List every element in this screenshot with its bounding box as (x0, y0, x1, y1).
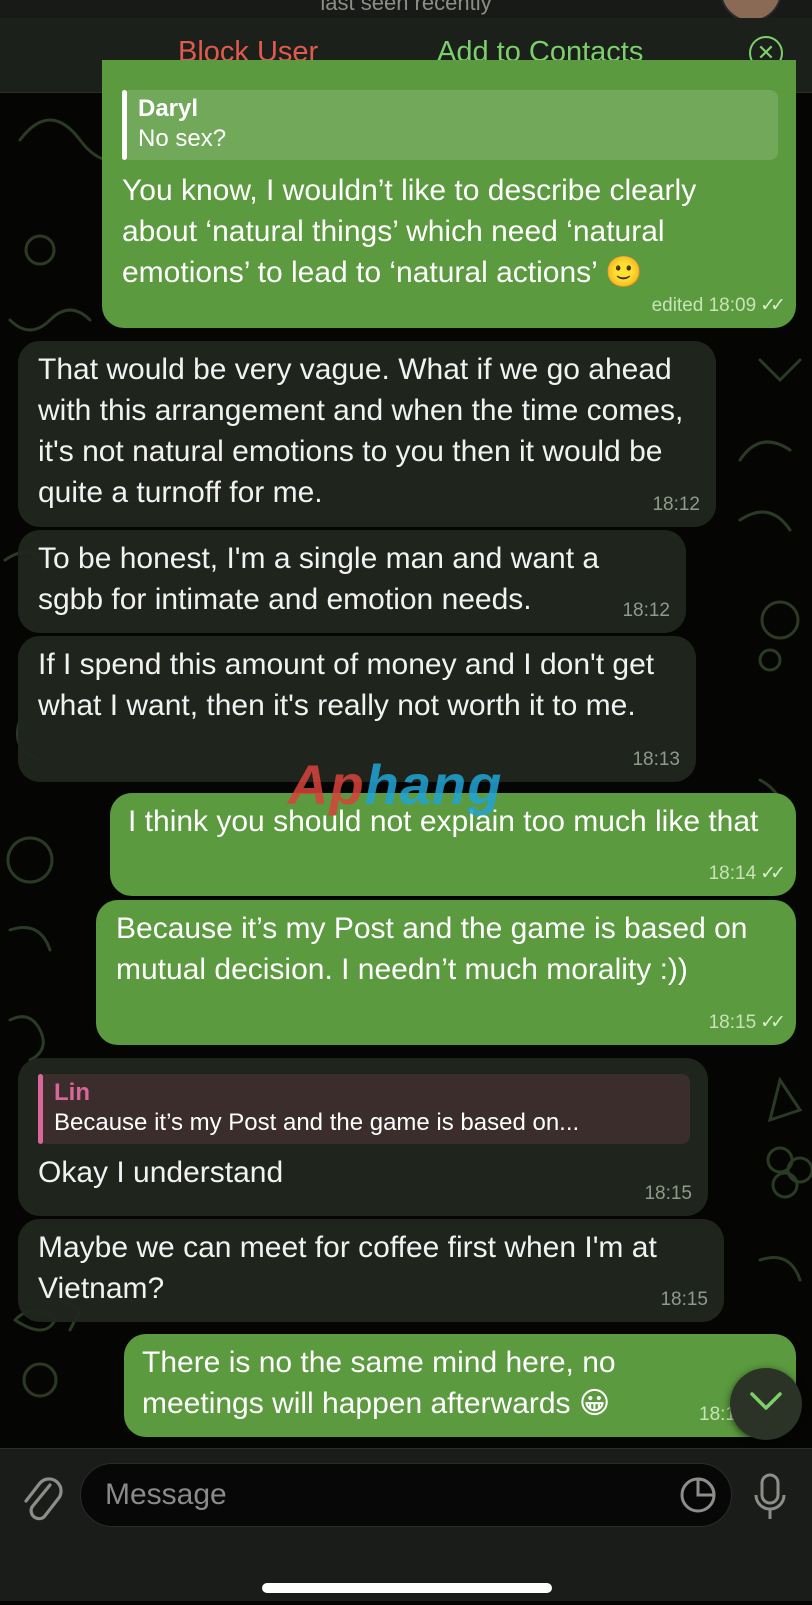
message-text: You know, I wouldn’t like to describe cl… (122, 174, 697, 289)
message-text: Because it’s my Post and the game is bas… (116, 912, 748, 986)
message-input[interactable]: Message (80, 1463, 732, 1527)
message-time: 18:15 (708, 1012, 757, 1033)
message-text: If I spend this amount of money and I do… (38, 648, 655, 722)
message-composer: Message (0, 1448, 812, 1601)
message-meta: 18:15 ✓✓ (708, 1012, 786, 1033)
scroll-to-bottom-button[interactable] (730, 1368, 802, 1440)
message-time: 18:12 (622, 600, 670, 621)
last-seen-status: last seen recently (320, 0, 492, 15)
message-bubble-outgoing[interactable]: Daryl No sex? You know, I wouldn’t like … (102, 60, 796, 328)
reply-preview[interactable]: Lin Because it’s my Post and the game is… (38, 1074, 690, 1144)
double-check-icon: ✓✓ (760, 295, 786, 316)
sticker-icon[interactable] (678, 1475, 718, 1515)
message-time: 18:15 (660, 1289, 708, 1310)
message-text: Maybe we can meet for coffee first when … (38, 1231, 657, 1305)
double-check-icon: ✓✓ (760, 863, 786, 884)
message-text: There is no the same mind here, no meeti… (142, 1346, 616, 1420)
chat-header: last seen recently (0, 0, 812, 18)
chevron-down-icon (750, 1392, 782, 1410)
home-indicator (262, 1583, 552, 1593)
message-bubble-incoming[interactable]: Maybe we can meet for coffee first when … (18, 1219, 724, 1322)
message-text: To be honest, I'm a single man and want … (38, 542, 600, 616)
message-time: 18:12 (652, 494, 700, 515)
paperclip-icon[interactable] (20, 1475, 64, 1527)
reply-sender-name: Lin (54, 1079, 90, 1106)
message-time: 18:13 (632, 749, 680, 770)
message-meta: edited 18:09 ✓✓ (651, 295, 786, 316)
reply-text: Because it’s my Post and the game is bas… (54, 1109, 580, 1136)
reply-sender-name: Daryl (138, 95, 199, 122)
message-bubble-incoming[interactable]: To be honest, I'm a single man and want … (18, 530, 686, 633)
message-time: 18:15 (644, 1183, 692, 1204)
message-time: edited 18:09 (651, 295, 757, 316)
microphone-icon[interactable] (752, 1471, 788, 1523)
message-meta: 18:14 ✓✓ (708, 863, 786, 884)
message-time: 18:14 (708, 863, 757, 884)
message-text: That would be very vague. What if we go … (38, 353, 684, 509)
double-check-icon: ✓✓ (760, 1012, 786, 1033)
reply-preview[interactable]: Daryl No sex? (122, 90, 778, 160)
reply-text: No sex? (138, 125, 227, 152)
message-bubble-incoming[interactable]: That would be very vague. What if we go … (18, 341, 716, 527)
message-bubble-incoming[interactable]: Lin Because it’s my Post and the game is… (18, 1058, 708, 1216)
message-bubble-outgoing[interactable]: Because it’s my Post and the game is bas… (96, 900, 796, 1045)
watermark-logo: Aphang (288, 753, 503, 816)
message-text: Okay I understand (38, 1156, 284, 1189)
message-bubble-outgoing[interactable]: There is no the same mind here, no meeti… (124, 1334, 796, 1437)
